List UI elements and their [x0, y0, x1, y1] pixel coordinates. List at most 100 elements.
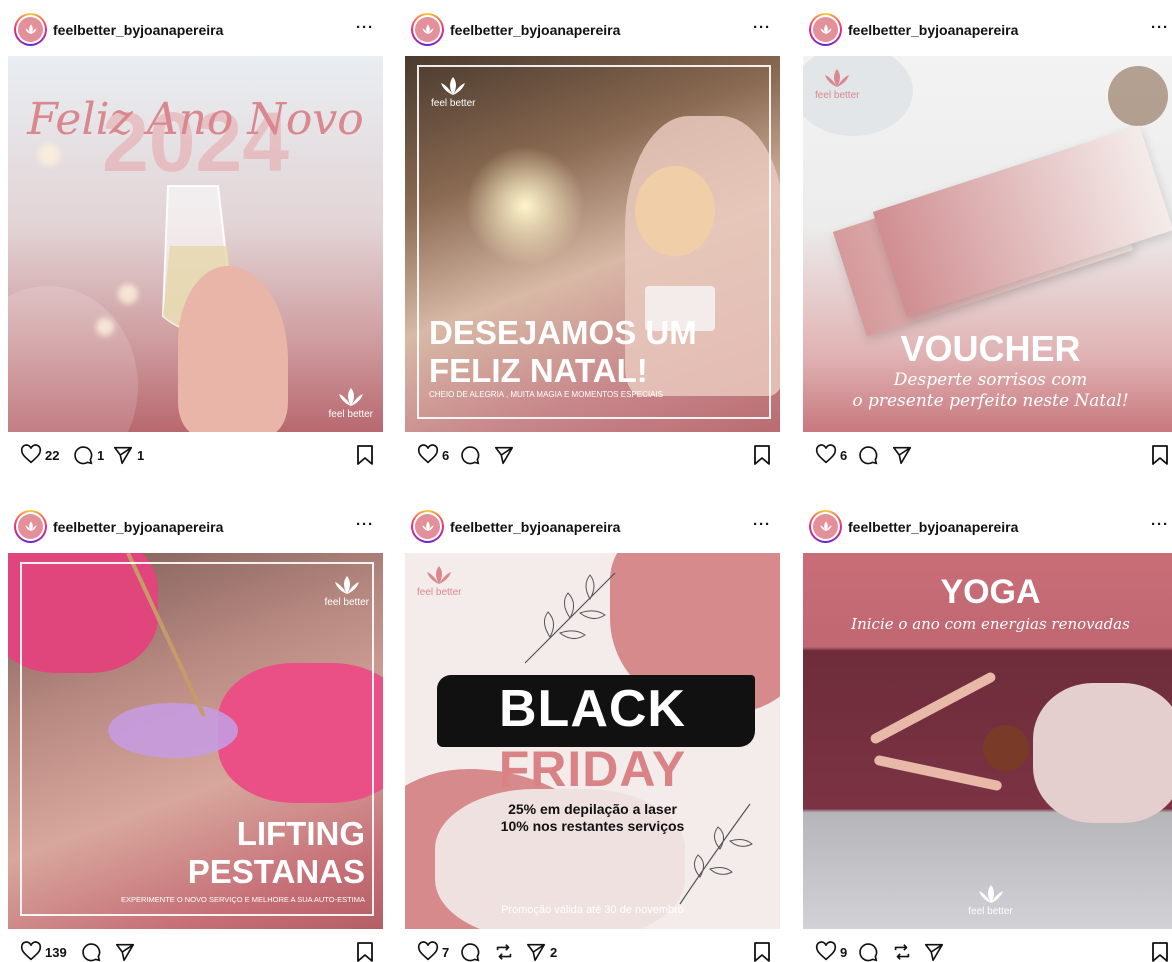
post-header: feelbetter_byjoanapereira ···	[405, 497, 787, 543]
post-image[interactable]: 2024 Feliz Ano Novo feel better	[8, 56, 383, 432]
like-button[interactable]: 7	[417, 941, 449, 962]
share-button[interactable]: 1	[112, 444, 144, 466]
save-button[interactable]	[752, 444, 772, 471]
brand-logo: feel better	[325, 575, 369, 608]
save-button[interactable]	[355, 941, 375, 962]
share-button[interactable]	[923, 941, 945, 962]
avatar[interactable]	[14, 510, 47, 543]
brand-text: feel better	[431, 98, 476, 109]
share-button[interactable]	[114, 941, 136, 962]
more-options-button[interactable]: ···	[356, 19, 374, 36]
post-title-line: BLACK	[499, 680, 686, 738]
post-title-line: FRIDAY	[498, 741, 687, 797]
lotus-icon	[978, 885, 1003, 903]
like-count: 6	[442, 447, 450, 463]
comment-button[interactable]	[80, 941, 102, 962]
avatar[interactable]	[809, 13, 842, 46]
comment-button[interactable]	[459, 941, 481, 962]
brand-logo: feel better	[329, 387, 373, 420]
like-count: 139	[45, 944, 67, 960]
save-button[interactable]	[752, 941, 772, 962]
leaf-branch-illustration	[524, 572, 616, 664]
post-title-line: FELIZ NATAL!	[429, 352, 648, 389]
avatar[interactable]	[14, 13, 47, 46]
save-button[interactable]	[355, 444, 375, 471]
post-image[interactable]: feel better BLACK FRIDAY 25% em depilaçã…	[405, 553, 780, 929]
brand-text: feel better	[328, 409, 373, 420]
post-script-line: Inicie o ano com energias renovadas	[851, 615, 1130, 633]
save-button[interactable]	[1150, 444, 1170, 471]
repost-button[interactable]	[493, 941, 515, 962]
share-button[interactable]	[493, 444, 515, 466]
repost-button[interactable]	[891, 941, 913, 962]
more-options-button[interactable]: ···	[1151, 19, 1169, 36]
avatar[interactable]	[411, 13, 444, 46]
account-name[interactable]: feelbetter_byjoanapereira	[53, 519, 223, 535]
like-button[interactable]: 6	[815, 444, 847, 466]
post-title-line: DESEJAMOS UM	[429, 314, 697, 351]
brand-logo: feel better	[417, 565, 461, 598]
post-image[interactable]: feel better DESEJAMOS UM FELIZ NATAL! CH…	[405, 56, 780, 432]
post-script-line: o presente perfeito neste Natal!	[852, 391, 1129, 411]
post-title: VOUCHER	[900, 328, 1081, 369]
account-name[interactable]: feelbetter_byjoanapereira	[848, 22, 1018, 38]
brand-text: feel better	[968, 906, 1013, 917]
action-bar: 22 1 1	[8, 440, 383, 470]
brand-text: feel better	[417, 587, 462, 598]
lotus-icon	[334, 576, 359, 594]
avatar[interactable]	[809, 510, 842, 543]
comment-button[interactable]	[857, 941, 879, 962]
bookmark-icon	[754, 445, 770, 465]
post-header: feelbetter_byjoanapereira ···	[803, 0, 1172, 46]
post-script-title: Feliz Ano Novo	[27, 94, 364, 145]
action-bar: 9	[803, 937, 1172, 962]
post-image[interactable]: feel better VOUCHER Desperte sorrisos co…	[803, 56, 1172, 432]
post-header: feelbetter_byjoanapereira ···	[8, 0, 390, 46]
voucher-card	[872, 125, 1172, 317]
account-name[interactable]: feelbetter_byjoanapereira	[450, 22, 620, 38]
avatar[interactable]	[411, 510, 444, 543]
post-card: feelbetter_byjoanapereira ··· feel bette…	[803, 0, 1172, 465]
comment-icon	[461, 943, 480, 962]
post-subtitle: EXPERIMENTE O NOVO SERVIÇO E MELHORE A S…	[121, 895, 365, 904]
lotus-icon	[24, 23, 37, 34]
share-count: 1	[137, 447, 145, 463]
share-button[interactable]	[891, 444, 913, 466]
post-header: feelbetter_byjoanapereira ···	[8, 497, 390, 543]
save-button[interactable]	[1150, 941, 1170, 962]
post-card: feelbetter_byjoanapereira ··· feel bette…	[405, 497, 787, 962]
more-options-button[interactable]: ···	[356, 516, 374, 533]
lotus-icon	[819, 23, 832, 34]
more-options-button[interactable]: ···	[1151, 516, 1169, 533]
comment-button[interactable]	[857, 444, 879, 466]
like-button[interactable]: 22	[20, 444, 59, 466]
comment-button[interactable]	[459, 444, 481, 466]
heart-icon	[815, 444, 837, 464]
account-name[interactable]: feelbetter_byjoanapereira	[53, 22, 223, 38]
post-card: feelbetter_byjoanapereira ··· feel bette…	[8, 497, 390, 962]
send-icon	[526, 943, 546, 962]
like-button[interactable]: 139	[20, 941, 67, 962]
share-button[interactable]: 2	[525, 941, 557, 962]
more-options-button[interactable]: ···	[753, 19, 771, 36]
post-title-line: LIFTING	[236, 815, 365, 852]
post-header: feelbetter_byjoanapereira ···	[405, 0, 787, 46]
comment-button[interactable]: 1	[72, 444, 104, 466]
more-options-button[interactable]: ···	[753, 516, 771, 533]
account-name[interactable]: feelbetter_byjoanapereira	[848, 519, 1018, 535]
like-count: 7	[442, 944, 450, 960]
account-name[interactable]: feelbetter_byjoanapereira	[450, 519, 620, 535]
like-count: 9	[840, 944, 848, 960]
post-image[interactable]: feel better LIFTING PESTANAS EXPERIMENTE…	[8, 553, 383, 929]
like-button[interactable]: 9	[815, 941, 847, 962]
post-subtitle: CHEIO DE ALEGRIA , MUITA MAGIA E MOMENTO…	[429, 390, 663, 399]
post-title-line: PESTANAS	[187, 853, 365, 890]
comment-count: 1	[97, 447, 105, 463]
like-button[interactable]: 6	[417, 444, 449, 466]
send-icon	[115, 943, 135, 962]
heart-icon	[20, 941, 42, 961]
offer-line: 10% nos restantes serviços	[500, 818, 685, 834]
post-card: feelbetter_byjoanapereira ··· YOGA Inici…	[803, 497, 1172, 962]
brand-text: feel better	[324, 597, 369, 608]
post-image[interactable]: YOGA Inicie o ano com energias renovadas…	[803, 553, 1172, 929]
